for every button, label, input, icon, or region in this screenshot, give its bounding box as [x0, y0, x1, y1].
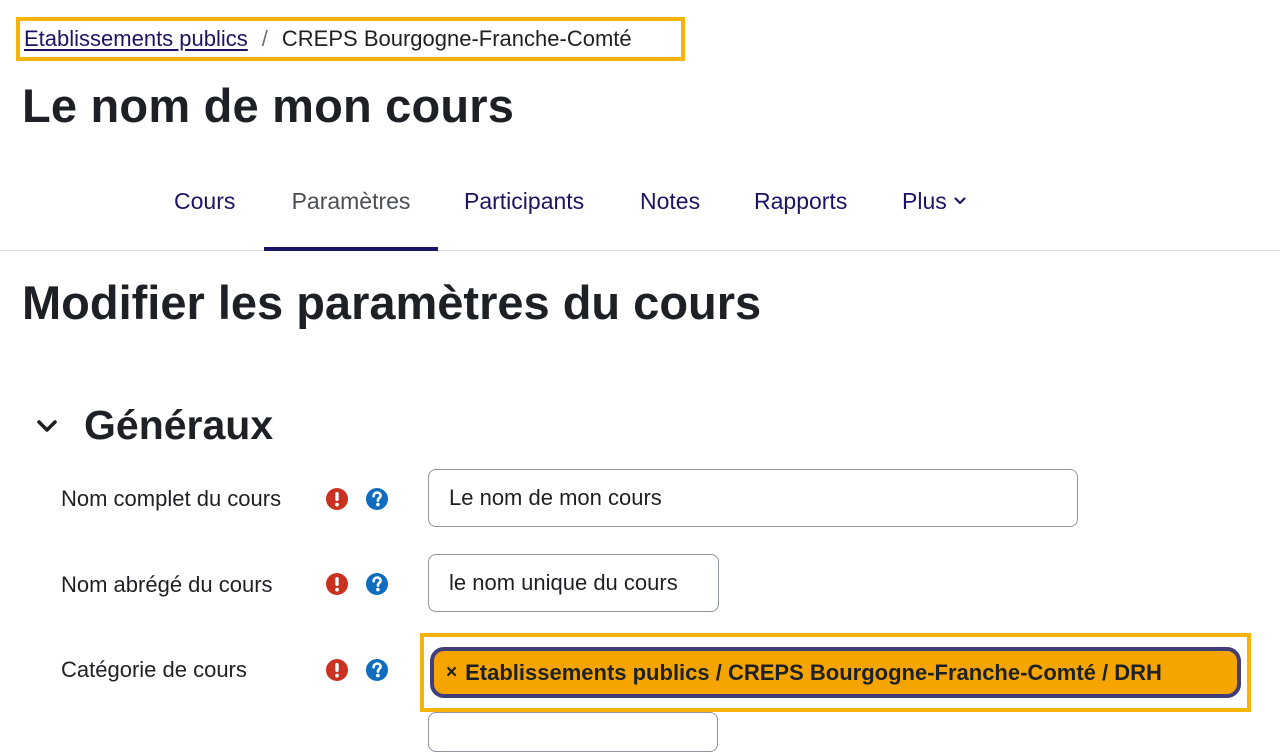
course-nav: Cours Paramètres Participants Notes Rapp…	[0, 172, 1280, 251]
field-label-fullname: Nom complet du cours	[61, 486, 282, 511]
tab-plus-label: Plus	[902, 187, 947, 214]
page-heading: Modifier les paramètres du cours	[22, 276, 762, 329]
tab-participants[interactable]: Participants	[464, 172, 584, 250]
tab-plus[interactable]: Plus	[902, 172, 967, 250]
category-selected-label: Etablissements publics / CREPS Bourgogne…	[465, 659, 1162, 685]
exclamation-circle-icon	[325, 658, 349, 682]
question-circle-icon[interactable]	[365, 487, 389, 511]
tab-notes[interactable]: Notes	[640, 172, 700, 250]
breadcrumb-separator: /	[261, 26, 268, 51]
breadcrumb-link-etablissements[interactable]: Etablissements publics	[24, 26, 248, 52]
next-field-input[interactable]	[428, 712, 718, 752]
section-generaux-header[interactable]: Généraux	[32, 402, 273, 449]
question-circle-icon[interactable]	[365, 658, 389, 682]
tab-parametres[interactable]: Paramètres	[264, 172, 438, 251]
field-label-shortname: Nom abrégé du cours	[61, 572, 273, 597]
breadcrumb-current[interactable]: CREPS Bourgogne-Franche-Comté	[282, 26, 632, 52]
chevron-down-icon[interactable]	[32, 411, 62, 441]
breadcrumb: Etablissements publics / CREPS Bourgogne…	[16, 17, 685, 61]
shortname-input[interactable]	[428, 554, 719, 612]
exclamation-circle-icon	[325, 572, 349, 596]
close-icon[interactable]: ×	[446, 662, 457, 684]
course-title: Le nom de mon cours	[22, 79, 515, 132]
category-selected-chip[interactable]: × Etablissements publics / CREPS Bourgog…	[430, 647, 1241, 698]
exclamation-circle-icon	[325, 487, 349, 511]
tab-rapports[interactable]: Rapports	[754, 172, 847, 250]
chevron-down-icon	[953, 194, 967, 208]
category-selector: × Etablissements publics / CREPS Bourgog…	[420, 633, 1251, 712]
question-circle-icon[interactable]	[365, 572, 389, 596]
fullname-input[interactable]	[428, 469, 1078, 527]
field-label-category: Catégorie de cours	[61, 657, 247, 682]
tab-cours[interactable]: Cours	[174, 172, 235, 250]
section-title: Généraux	[84, 402, 274, 448]
